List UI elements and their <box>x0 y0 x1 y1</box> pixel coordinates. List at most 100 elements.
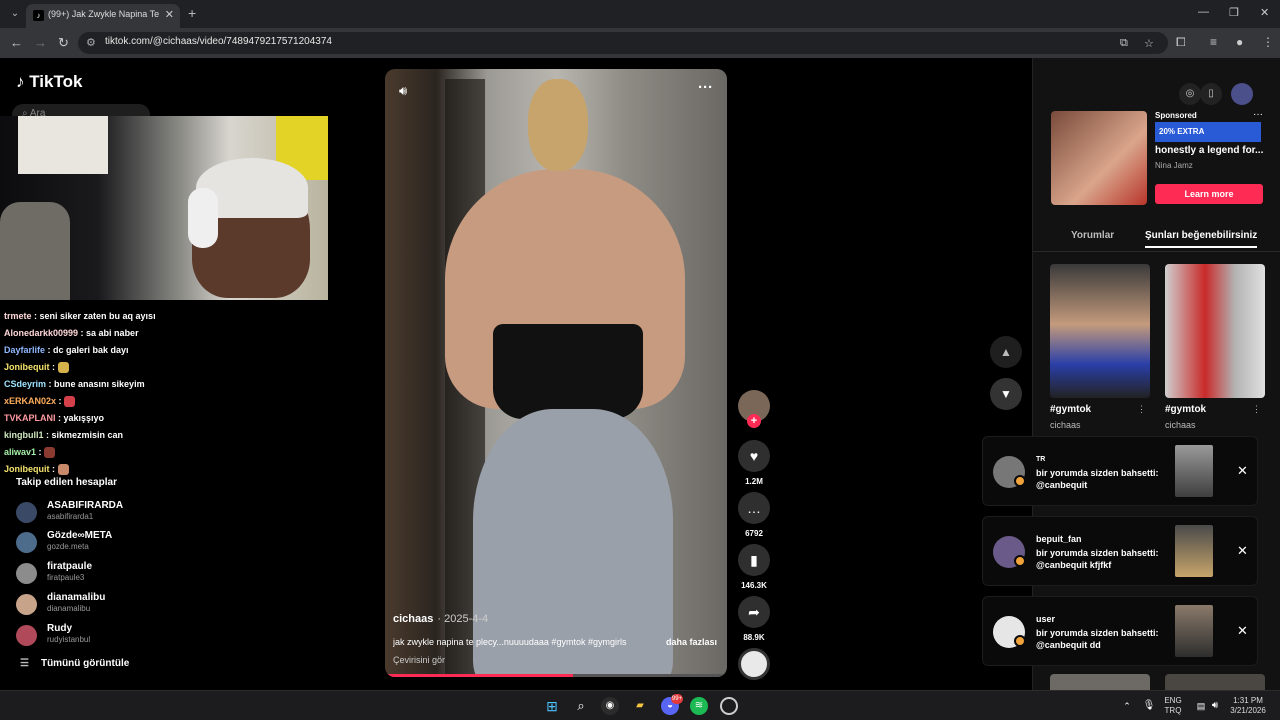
wall-poster <box>18 116 108 174</box>
chat-user: trmete <box>4 311 32 321</box>
notification-thumbnail <box>1175 605 1213 657</box>
followed-account[interactable]: Rudy rudyistanbul <box>16 623 216 651</box>
tab-comments[interactable]: Yorumlar <box>1071 230 1114 241</box>
clock[interactable]: 1:31 PM 3/21/2026 <box>1226 696 1270 716</box>
avatar <box>16 594 37 615</box>
video-progress-bar[interactable] <box>385 674 727 677</box>
previous-video-arrow-icon[interactable]: ▲ <box>990 336 1022 368</box>
reload-icon[interactable]: ↻ <box>58 35 69 51</box>
url-text: tiktok.com/@cichaas/video/74894792175712… <box>105 36 332 47</box>
progress-fill <box>385 674 574 677</box>
video-thumbnail <box>1165 264 1265 398</box>
browser-menu-icon[interactable]: ⋮ <box>1262 35 1274 49</box>
tiktok-logo[interactable]: ♪ TikTok <box>16 72 82 92</box>
rec-more-icon[interactable]: ⋮ <box>1137 404 1146 415</box>
ad-more-icon[interactable]: ··· <box>1253 109 1263 120</box>
notification-badge-icon <box>1014 635 1026 647</box>
save-button[interactable]: ▮ 146.3K <box>738 544 770 590</box>
chat-text: : <box>56 396 65 406</box>
recommended-video[interactable]: #gymtok cichaas ⋮ <box>1050 264 1150 430</box>
ad-thumbnail[interactable] <box>1051 111 1147 205</box>
window-close-icon[interactable]: ✕ <box>1260 6 1269 19</box>
new-tab-icon[interactable]: + <box>188 5 196 21</box>
microphone-icon[interactable]: 🎙︎ <box>1140 697 1158 715</box>
chat-user: kingbull1 <box>4 430 44 440</box>
account-handle: asabifirarda1 <box>47 512 94 521</box>
ad-sponsored-label: Sponsored <box>1155 111 1197 120</box>
rec-more-icon[interactable]: ⋮ <box>1252 404 1261 415</box>
learn-more-button[interactable]: Learn more <box>1155 184 1263 204</box>
see-translation-link[interactable]: Çevirisini gör <box>393 655 445 665</box>
compass-icon[interactable]: ◎ <box>1179 83 1201 105</box>
user-avatar[interactable] <box>1231 83 1253 105</box>
chat-text: : <box>49 464 58 474</box>
followed-account[interactable]: dianamalibu dianamalibu <box>16 592 216 620</box>
install-app-icon[interactable]: ⧉ <box>1120 37 1128 50</box>
share-button[interactable]: ➦ 88.9K <box>738 596 770 642</box>
followed-account[interactable]: ASABIFIRARDA asabifirarda1 <box>16 500 216 528</box>
mention-notification[interactable]: TR bir yorumda sizden bahsetti: @canbequ… <box>982 436 1258 506</box>
file-explorer-icon[interactable]: ▰ <box>631 697 649 715</box>
notification-badge-icon <box>1014 475 1026 487</box>
comment-button[interactable]: … 6792 <box>738 492 770 538</box>
chat-user: xERKAN02x <box>4 396 57 406</box>
device-icon[interactable]: ▯ <box>1200 83 1222 105</box>
followed-account[interactable]: firatpaule firatpaule3 <box>16 561 216 589</box>
profile-icon[interactable]: ● <box>1236 35 1243 49</box>
url-omnibox[interactable]: ⚙ tiktok.com/@cichaas/video/748947921757… <box>78 32 1168 54</box>
volume-tray-icon[interactable]: 🔊︎ <box>1206 697 1224 715</box>
tab-suggested[interactable]: Şunları beğenebilirsiniz <box>1145 230 1258 248</box>
browser-tab[interactable]: ♪ (99+) Jak Zwykle Napina Te Plecy ✕ <box>26 4 180 28</box>
bookmark-star-icon[interactable]: ☆ <box>1144 37 1154 50</box>
tab-search-menu-icon[interactable]: ⌄ <box>6 5 24 23</box>
forward-icon[interactable]: → <box>34 35 47 50</box>
recommended-thumbnail-partial[interactable] <box>1165 674 1265 690</box>
search-icon[interactable]: ⌕ <box>572 697 590 715</box>
browser-tabbar: ⌄ ♪ (99+) Jak Zwykle Napina Te Plecy ✕ +… <box>0 0 1280 28</box>
spotify-icon[interactable]: ≋ <box>690 697 708 715</box>
video-more-icon[interactable]: ··· <box>698 79 713 96</box>
next-video-arrow-icon[interactable]: ▼ <box>990 378 1022 410</box>
video-player[interactable]: 🔊︎ ··· cichaas · 2025-4-4 jak zwykle napi… <box>385 69 727 677</box>
chat-user: Jonibequit <box>4 362 50 372</box>
windows-start-icon[interactable]: ⊞ <box>543 697 561 715</box>
mention-notification[interactable]: bepuit_fan bir yorumda sizden bahsetti: … <box>982 516 1258 586</box>
language-indicator[interactable]: ENG TRQ <box>1160 696 1186 716</box>
see-all-link[interactable]: ☰ Tümünü görüntüle <box>20 658 129 669</box>
account-handle: rudyistanbul <box>47 635 91 644</box>
chat-user: TVKAPLANI <box>4 413 56 423</box>
like-count: 1.2M <box>745 477 763 486</box>
video-scene-hair <box>528 79 588 171</box>
account-name: firatpaule <box>47 561 93 572</box>
site-info-icon[interactable]: ⚙ <box>86 36 96 49</box>
video-author[interactable]: cichaas · 2025-4-4 <box>393 613 488 625</box>
headphones <box>188 188 218 248</box>
app-icon[interactable] <box>720 697 738 715</box>
tray-chevron-icon[interactable]: ⌃ <box>1118 697 1136 715</box>
tiktok-note-icon: ♪ <box>16 72 25 91</box>
video-date: · 2025-4-4 <box>437 613 489 625</box>
close-icon[interactable]: ✕ <box>1237 623 1248 639</box>
figurine <box>0 202 70 300</box>
like-button[interactable]: ♥ 1.2M <box>738 440 770 486</box>
follow-plus-icon[interactable]: + <box>747 414 761 428</box>
recommended-thumbnail-partial[interactable] <box>1050 674 1150 690</box>
tab-close-icon[interactable]: ✕ <box>165 8 174 21</box>
close-icon[interactable]: ✕ <box>1237 543 1248 559</box>
minimize-icon[interactable]: — <box>1198 6 1209 18</box>
chat-line: aliwav1 : <box>4 444 204 461</box>
recommended-video[interactable]: #gymtok cichaas ⋮ <box>1165 264 1265 430</box>
extensions-icon[interactable]: ⧠ <box>1176 35 1186 50</box>
reading-list-icon[interactable]: ≡ <box>1210 35 1217 49</box>
chrome-icon[interactable]: ◉ <box>601 697 619 715</box>
mention-notification[interactable]: user bir yorumda sizden bahsetti: @canbe… <box>982 596 1258 666</box>
restore-icon[interactable]: ❐ <box>1229 6 1239 19</box>
caption-more-link[interactable]: daha fazlası <box>666 637 717 647</box>
sound-disc-icon[interactable] <box>738 648 770 680</box>
volume-icon[interactable]: 🔊︎ <box>399 83 407 99</box>
avatar <box>16 532 37 553</box>
followed-accounts-heading: Takip edilen hesaplar <box>16 477 117 488</box>
close-icon[interactable]: ✕ <box>1237 463 1248 479</box>
back-icon[interactable]: ← <box>10 35 23 50</box>
followed-account[interactable]: Gözde∞META gozde.meta <box>16 530 216 558</box>
